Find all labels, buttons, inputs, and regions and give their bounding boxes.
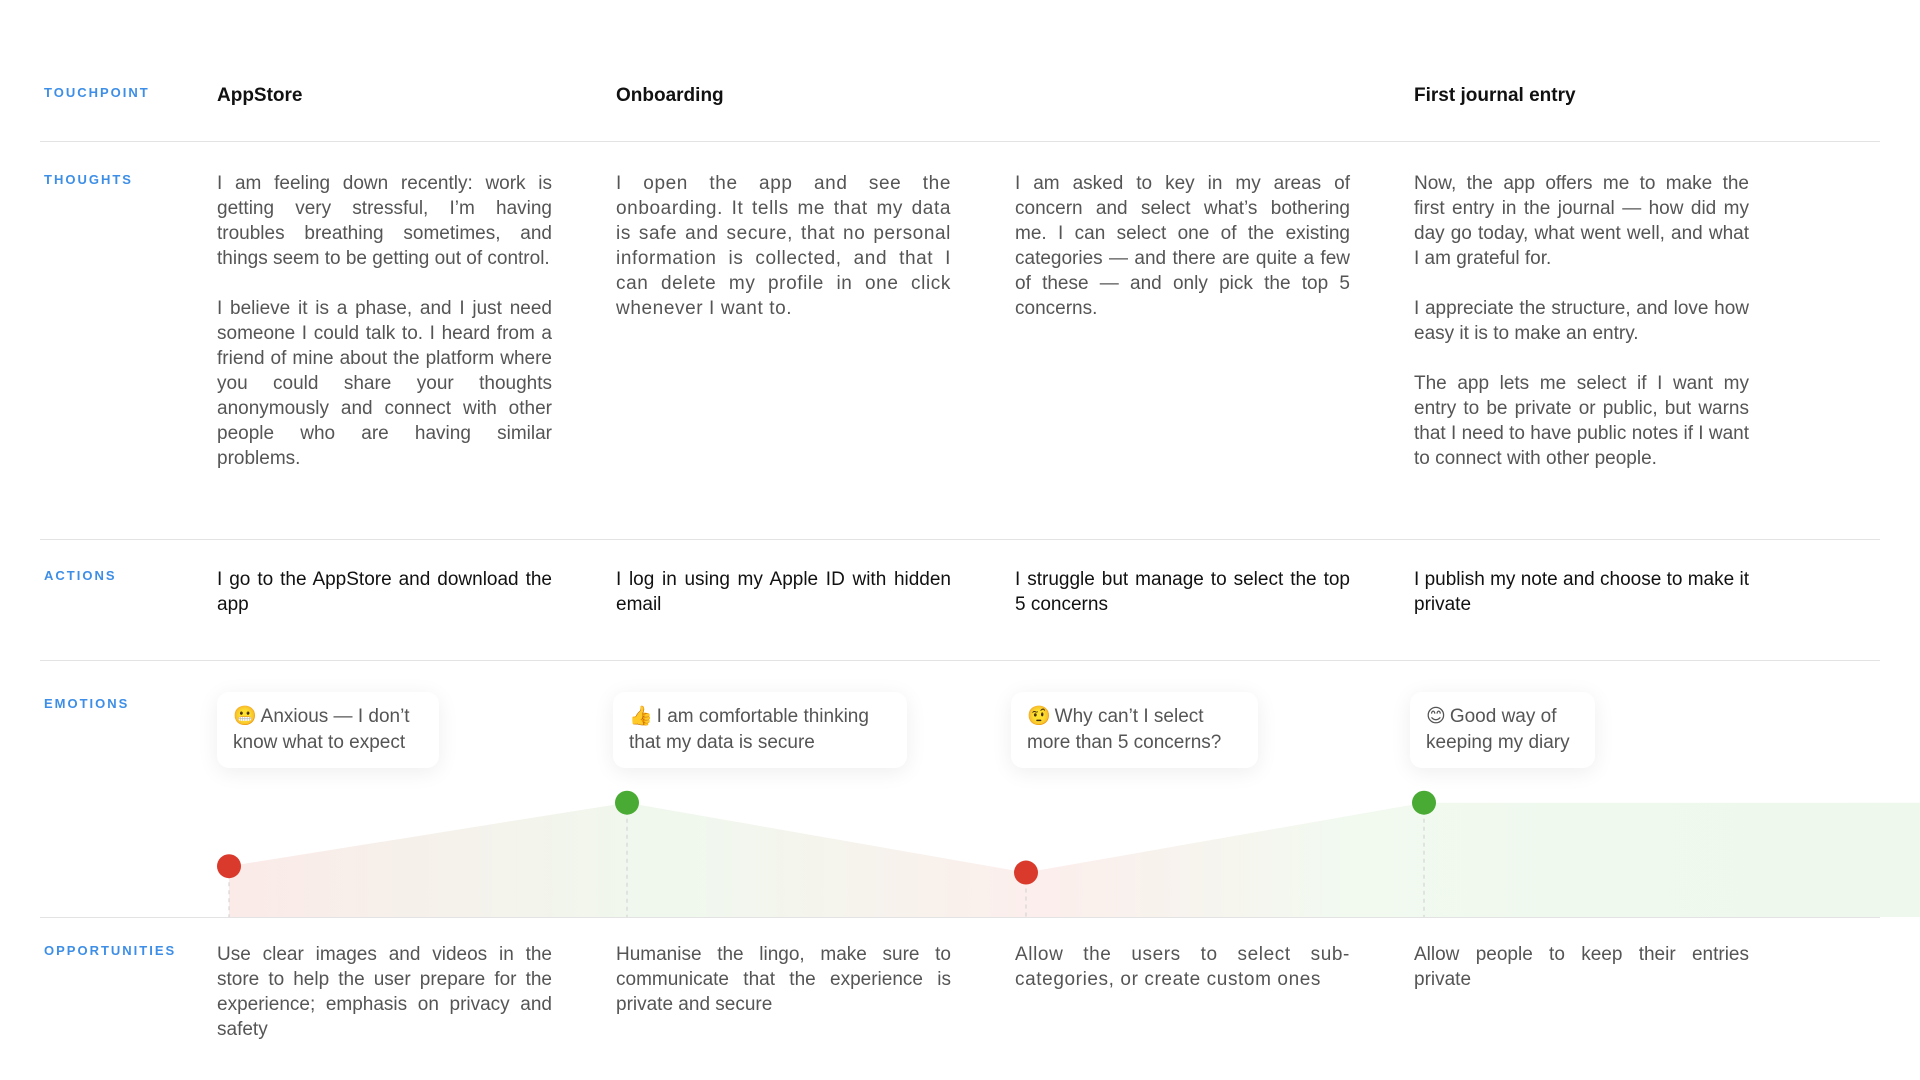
emotion-curve-chart [217,790,1920,917]
emotion-text: I am comfortable thinking that my data i… [629,706,869,753]
opportunity-onboarding: Humanise the lingo, make sure to communi… [616,944,951,1015]
opportunity-concerns: Allow the users to select sub-categories… [1015,944,1350,990]
emotion-point-negative [217,854,241,879]
emotion-bubble-diary: 😊 Good way of keeping my diary [1410,692,1595,768]
thought-paragraph: I believe it is a phase, and I just need… [217,298,552,469]
touchpoint-onboarding: Onboarding [616,85,724,106]
action-appstore: I go to the AppStore and download the ap… [217,569,552,615]
emotion-bubble-concerns: 🤨 Why can’t I select more than 5 concerns… [1011,692,1258,768]
emotion-area [229,802,1920,917]
opportunity-appstore: Use clear images and videos in the store… [217,944,552,1040]
emotion-point-negative [1014,860,1038,885]
grimacing-emoji-icon: 😬 [233,706,257,727]
opportunity-first-entry: Allow people to keep their entries priva… [1414,944,1749,990]
thought-paragraph: I am asked to key in my areas of concern… [1015,173,1350,319]
thought-paragraph: I appreciate the structure, and love how… [1414,298,1749,344]
thought-paragraph: Now, the app offers me to make the first… [1414,173,1749,269]
thought-first-entry: Now, the app offers me to make the first… [1414,171,1749,496]
thumbs-up-emoji-icon: 👍 [629,706,653,727]
emotion-point-positive [1412,790,1436,815]
emotion-bubble-comfortable: 👍 I am comfortable thinking that my data … [613,692,907,768]
emotion-text: Why can’t I select more than 5 concerns? [1027,706,1222,753]
emotion-bubble-anxious: 😬 Anxious — I don’t know what to expect [217,692,439,768]
emotion-text: Anxious — I don’t know what to expect [233,706,410,753]
thought-appstore: I am feeling down recently: work is gett… [217,171,552,496]
touchpoint-appstore: AppStore [217,85,303,106]
action-onboarding: I log in using my Apple ID with hidden e… [616,569,951,615]
raised-eyebrow-emoji-icon: 🤨 [1027,706,1051,727]
thought-onboarding: I open the app and see the onboarding. I… [616,171,951,346]
touchpoint-first-journal-entry: First journal entry [1414,85,1576,106]
smiling-face-emoji-icon: 😊 [1426,706,1446,727]
emotion-text: Good way of keeping my diary [1426,706,1570,753]
action-first-entry: I publish my note and choose to make it … [1414,569,1749,615]
thought-concerns: I am asked to key in my areas of concern… [1015,171,1350,346]
emotion-point-positive [615,790,639,815]
thought-paragraph: I open the app and see the onboarding. I… [616,173,951,319]
thought-paragraph: I am feeling down recently: work is gett… [217,173,552,269]
action-concerns: I struggle but manage to select the top … [1015,569,1350,615]
thought-paragraph: The app lets me select if I want my entr… [1414,373,1749,469]
